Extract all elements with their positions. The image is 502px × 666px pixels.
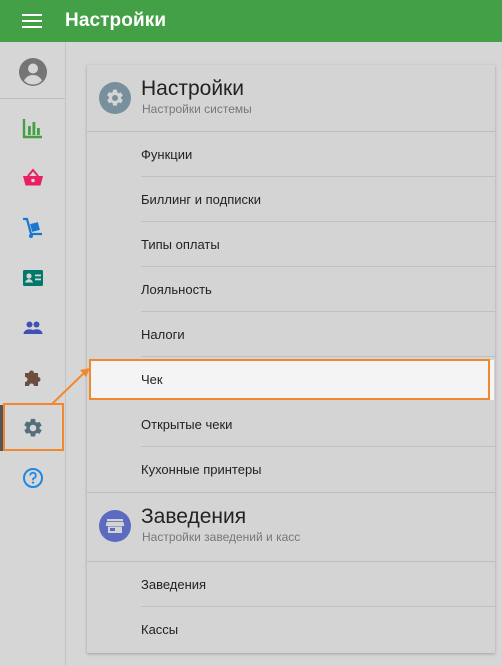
annotation-arrow (51, 368, 90, 405)
